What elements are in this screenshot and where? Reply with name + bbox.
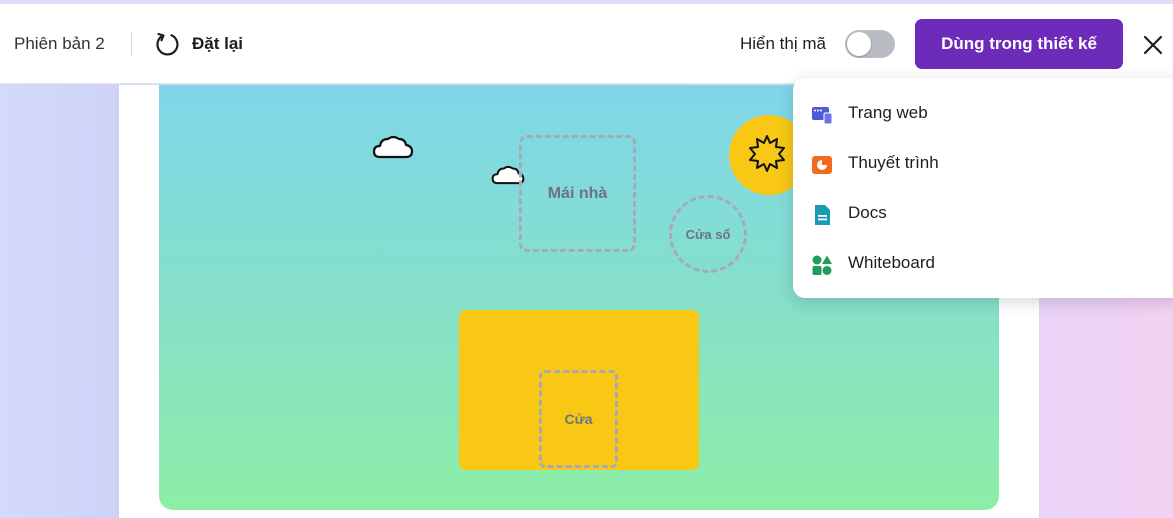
menu-item-label: Thuyết trình (848, 153, 939, 172)
version-label[interactable]: Phiên bản 2 (14, 34, 105, 54)
reset-icon[interactable] (154, 31, 180, 57)
window-label: Cửa sổ (685, 226, 731, 242)
menu-item-website[interactable]: Trang web (793, 89, 1173, 139)
window-placeholder[interactable]: Cửa sổ (669, 195, 747, 273)
presentation-icon (812, 156, 832, 174)
menu-item-presentation[interactable]: Thuyết trình (793, 139, 1173, 189)
close-icon[interactable] (1140, 32, 1166, 58)
menu-item-whiteboard[interactable]: Whiteboard (793, 239, 1173, 289)
whiteboard-icon (812, 255, 832, 275)
workspace-background-left (0, 85, 120, 518)
docs-icon (815, 205, 830, 225)
show-code-toggle[interactable] (845, 30, 895, 58)
roof-placeholder[interactable]: Mái nhà (519, 135, 636, 252)
sun-icon (749, 135, 785, 172)
door-label: Cửa (564, 411, 593, 427)
roof-label: Mái nhà (547, 184, 608, 202)
use-in-design-button[interactable]: Dùng trong thiết kế (915, 19, 1123, 69)
toolbar-divider (131, 32, 132, 56)
menu-item-docs[interactable]: Docs (793, 189, 1173, 239)
menu-item-label: Trang web (848, 103, 928, 122)
menu-item-label: Docs (848, 203, 887, 222)
use-in-design-menu: Trang web Thuyết trình Docs Whiteboard (793, 78, 1173, 298)
show-code-label: Hiển thị mã (740, 34, 826, 53)
house-body[interactable]: Cửa (459, 310, 699, 470)
menu-item-label: Whiteboard (848, 253, 935, 272)
website-icon (812, 107, 833, 125)
door-placeholder[interactable]: Cửa (539, 370, 618, 468)
cloud-icon (372, 135, 414, 159)
toolbar: Phiên bản 2 Đặt lại Hiển thị mã Dùng tro… (0, 4, 1173, 84)
toggle-knob (847, 32, 871, 56)
reset-button[interactable]: Đặt lại (192, 34, 243, 54)
